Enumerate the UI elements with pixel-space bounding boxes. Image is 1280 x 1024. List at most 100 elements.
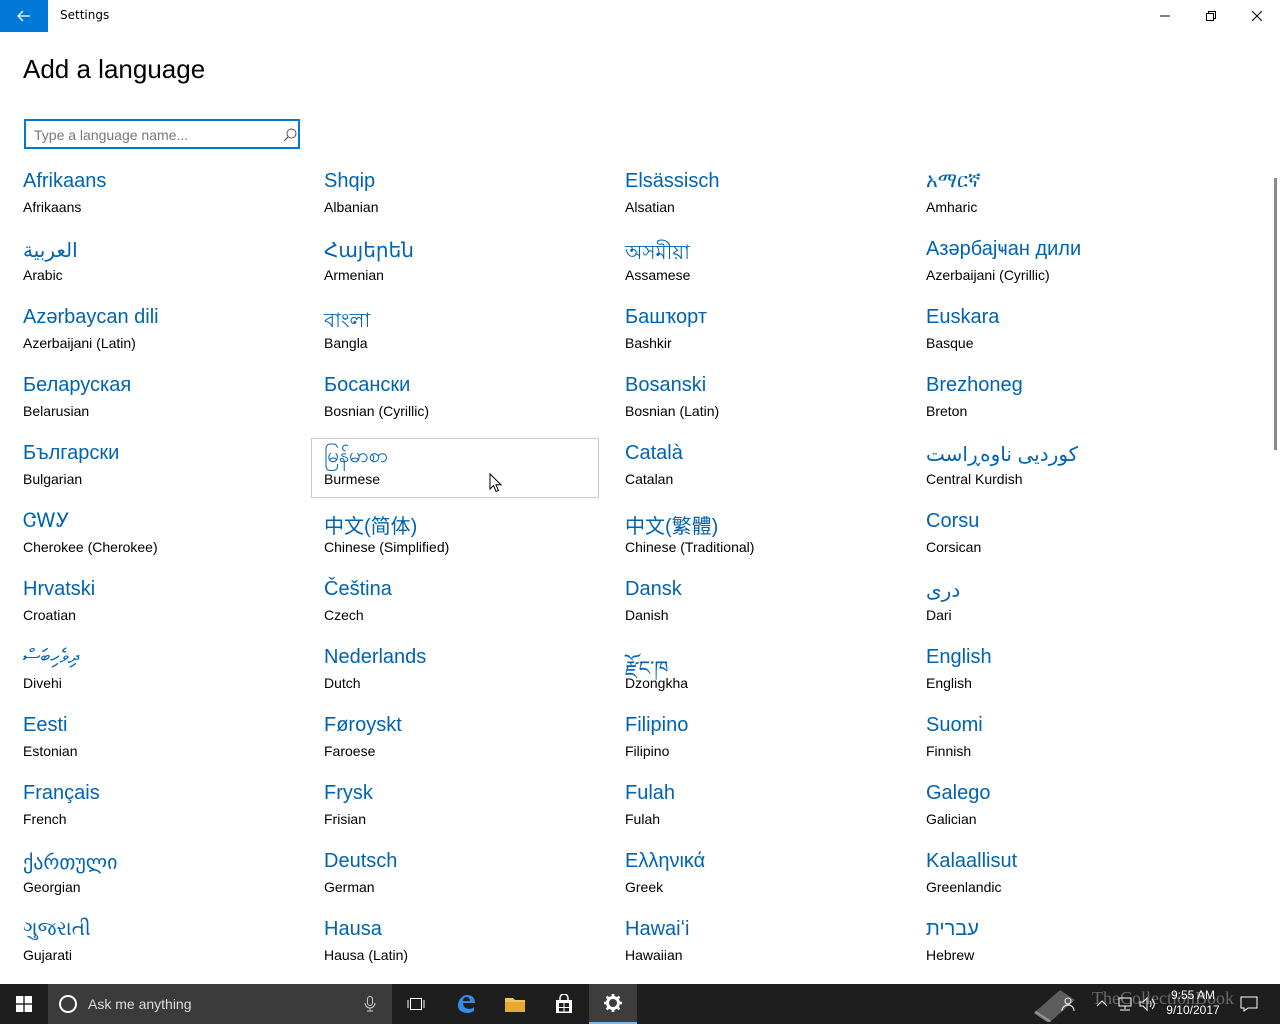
language-native-name: Corsu [926, 510, 980, 532]
language-native-name: עברית [926, 918, 979, 940]
microphone-icon[interactable] [364, 996, 376, 1012]
language-english-name: Filipino [625, 743, 670, 759]
language-english-name: Alsatian [625, 199, 675, 215]
language-item[interactable]: Kalaallisut Greenlandic [926, 850, 1206, 906]
restore-button[interactable] [1188, 0, 1234, 32]
people-icon[interactable] [1060, 996, 1076, 1012]
language-english-name: Azerbaijani (Cyrillic) [926, 267, 1050, 283]
language-item[interactable]: Deutsch German [324, 850, 604, 906]
language-item[interactable]: Hausa Hausa (Latin) [324, 918, 604, 974]
language-english-name: German [324, 879, 375, 895]
file-explorer-button[interactable] [491, 984, 539, 1024]
back-arrow-icon [17, 10, 30, 22]
language-item[interactable]: Filipino Filipino [625, 714, 905, 770]
minimize-button[interactable] [1142, 0, 1188, 32]
start-button[interactable] [0, 984, 48, 1024]
language-item[interactable]: کوردیی ناوەڕاست Central Kurdish [926, 442, 1206, 498]
language-item[interactable]: Башҡорт Bashkir [625, 306, 905, 362]
language-native-name: Suomi [926, 714, 983, 736]
language-english-name: Assamese [625, 267, 691, 283]
language-item[interactable]: Čeština Czech [324, 578, 604, 634]
language-english-name: Danish [625, 607, 669, 623]
clock-date: 9/10/2017 [1166, 1003, 1220, 1017]
language-item[interactable]: Hawaiʻi Hawaiian [625, 918, 905, 974]
search-icon[interactable] [282, 127, 298, 143]
language-item[interactable]: Elsässisch Alsatian [625, 170, 905, 226]
language-native-name: ދިވެހިބަސް [23, 646, 79, 668]
language-native-name: Brezhoneg [926, 374, 1023, 396]
language-english-name: Armenian [324, 267, 384, 283]
edge-browser-button[interactable] [442, 984, 490, 1024]
language-item[interactable]: Fulah Fulah [625, 782, 905, 838]
scrollbar-thumb[interactable] [1274, 178, 1277, 450]
language-item[interactable]: درى Dari [926, 578, 1206, 634]
language-item[interactable]: Corsu Corsican [926, 510, 1206, 566]
language-item[interactable]: Ελληνικά Greek [625, 850, 905, 906]
language-item[interactable]: 中文(简体) Chinese (Simplified) [324, 510, 604, 566]
task-view-icon [407, 998, 425, 1010]
language-item[interactable]: Азәрбајҹан дили Azerbaijani (Cyrillic) [926, 238, 1206, 294]
back-button[interactable] [0, 0, 48, 32]
language-search-input[interactable] [34, 125, 269, 145]
language-item[interactable]: Français French [23, 782, 303, 838]
language-item[interactable]: Galego Galician [926, 782, 1206, 838]
language-item[interactable]: Bosanski Bosnian (Latin) [625, 374, 905, 430]
store-button[interactable] [540, 984, 588, 1024]
cortana-search-box[interactable]: Ask me anything [48, 984, 392, 1024]
language-native-name: မြန်မာစာ [324, 445, 389, 467]
language-item[interactable]: English English [926, 646, 1206, 702]
language-item[interactable]: Afrikaans Afrikaans [23, 170, 303, 226]
language-item[interactable]: Català Catalan [625, 442, 905, 498]
language-item[interactable]: Հայերեն Armenian [324, 238, 604, 294]
language-item[interactable]: עברית Hebrew [926, 918, 1206, 974]
language-item[interactable]: Suomi Finnish [926, 714, 1206, 770]
language-item[interactable]: ქართული Georgian [23, 850, 303, 906]
language-english-name: Albanian [324, 199, 379, 215]
language-native-name: ᏣᎳᎩ [23, 510, 70, 532]
language-native-name: العربية [23, 240, 78, 262]
mouse-cursor-icon [489, 473, 503, 493]
volume-icon[interactable] [1138, 996, 1156, 1012]
language-item[interactable]: မြန်မာစာ Burmese [311, 438, 604, 498]
language-native-name: Galego [926, 782, 991, 804]
taskbar: Ask me anything TheCollectionBook 9:55 A… [0, 984, 1280, 1024]
language-english-name: Chinese (Traditional) [625, 539, 755, 555]
language-item[interactable]: አማርኛ Amharic [926, 170, 1206, 226]
language-item[interactable]: Euskara Basque [926, 306, 1206, 362]
language-item[interactable]: Brezhoneg Breton [926, 374, 1206, 430]
language-item[interactable]: 中文(繁體) Chinese (Traditional) [625, 510, 905, 566]
language-native-name: کوردیی ناوەڕاست [926, 444, 1079, 466]
close-button[interactable] [1234, 0, 1280, 32]
language-native-name: 中文(简体) [324, 516, 418, 538]
language-item[interactable]: Nederlands Dutch [324, 646, 604, 702]
language-search-box[interactable] [24, 119, 300, 149]
language-item[interactable]: རྫོང་ཁ Dzongkha [625, 646, 905, 702]
clock-time: 9:55 AM [1170, 988, 1216, 1002]
language-item[interactable]: Босански Bosnian (Cyrillic) [324, 374, 604, 430]
settings-taskbar-button[interactable] [589, 984, 637, 1024]
language-item[interactable]: Български Bulgarian [23, 442, 303, 498]
language-item[interactable]: Shqip Albanian [324, 170, 604, 226]
language-item[interactable]: Føroyskt Faroese [324, 714, 604, 770]
language-item[interactable]: ગુજરાતી Gujarati [23, 918, 303, 974]
language-item[interactable]: Azərbaycan dili Azerbaijani (Latin) [23, 306, 303, 362]
language-item[interactable]: العربية Arabic [23, 238, 303, 294]
language-item[interactable]: বাংলা Bangla [324, 306, 604, 362]
language-native-name: Føroyskt [324, 714, 402, 736]
language-item[interactable]: অসমীয়া Assamese [625, 238, 905, 294]
language-item[interactable]: Dansk Danish [625, 578, 905, 634]
language-item[interactable]: ދިވެހިބަސް Divehi [23, 646, 303, 702]
notification-center-icon[interactable] [1240, 996, 1258, 1012]
chevron-up-icon[interactable] [1096, 998, 1108, 1008]
language-native-name: Hawaiʻi [625, 918, 690, 940]
language-item[interactable]: Eesti Estonian [23, 714, 303, 770]
language-english-name: Amharic [926, 199, 978, 215]
title-bar: Settings [0, 0, 1280, 32]
language-item[interactable]: Беларуская Belarusian [23, 374, 303, 430]
language-item[interactable]: ᏣᎳᎩ Cherokee (Cherokee) [23, 510, 303, 566]
task-view-button[interactable] [392, 984, 440, 1024]
language-item[interactable]: Frysk Frisian [324, 782, 604, 838]
language-item[interactable]: Hrvatski Croatian [23, 578, 303, 634]
network-icon[interactable] [1116, 996, 1134, 1012]
clock[interactable]: 9:55 AM 9/10/2017 [1158, 988, 1228, 1018]
